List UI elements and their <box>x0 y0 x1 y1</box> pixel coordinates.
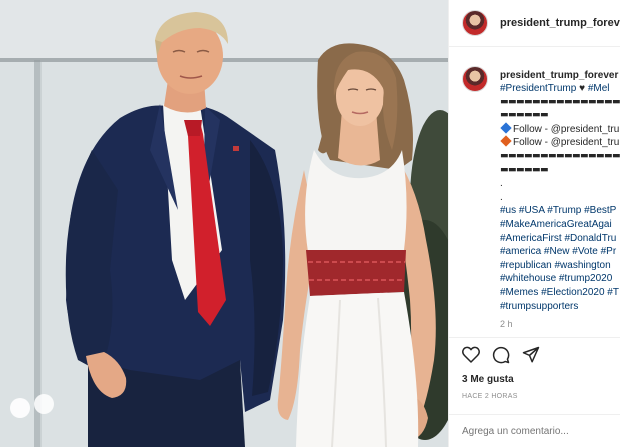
caption-hashtag-line: #trumpsupporters <box>500 300 620 314</box>
caption-line: . <box>500 178 503 190</box>
caption-divider-line: ▬▬▬▬▬▬▬▬▬▬▬▬▬▬▬ <box>500 96 620 107</box>
caption-text: #PresidentTrump ♥ #Mel ▬▬▬▬▬▬▬▬▬▬▬▬▬▬▬ ▬▬▬… <box>500 82 620 313</box>
follow-mention[interactable]: Follow - @president_tru <box>513 137 619 148</box>
caption-line: . <box>500 191 503 203</box>
caption-hashtag-line: #us #USA #Trump #BestP <box>500 204 620 218</box>
hashtag[interactable]: #republican #washington <box>500 260 611 271</box>
caption-divider-line: ▬▬▬▬▬▬ <box>500 164 549 175</box>
divider <box>449 337 620 338</box>
comment-input[interactable] <box>462 426 612 437</box>
hashtag[interactable]: #PresidentTrump <box>500 83 576 94</box>
paper-plane-icon[interactable] <box>522 346 540 364</box>
post-sidebar: president_trump_forever president_trump_… <box>448 0 620 447</box>
hashtag[interactable]: #AmericaFirst #DonaldTru <box>500 233 616 244</box>
caption-divider-line: ▬▬▬▬▬▬ <box>500 110 549 121</box>
caption: president_trump_forever #PresidentTrump … <box>462 66 620 329</box>
hashtag[interactable]: #us #USA #Trump #BestP <box>500 205 616 216</box>
caption-hashtag-line: #MakeAmericaGreatAgai <box>500 218 620 232</box>
caption-avatar[interactable] <box>462 66 488 92</box>
speech-bubble-icon[interactable] <box>492 346 510 364</box>
hashtag[interactable]: #Memes #Election2020 #T <box>500 287 619 298</box>
like-count[interactable]: 3 Me gusta <box>462 374 514 385</box>
orange-diamond-icon <box>500 135 512 148</box>
hashtag[interactable]: #MakeAmericaGreatAgai <box>500 219 612 230</box>
caption-hashtag-line: #AmericaFirst #DonaldTru <box>500 232 620 246</box>
avatar[interactable] <box>462 10 488 36</box>
caption-hashtag-line: #republican #washington <box>500 259 620 273</box>
post-header: president_trump_forever <box>449 0 620 47</box>
caption-body: president_trump_forever #PresidentTrump … <box>500 66 620 329</box>
hashtag[interactable]: #trumpsupporters <box>500 301 578 312</box>
follow-mention[interactable]: Follow - @president_tru <box>513 124 619 135</box>
hashtag[interactable]: #whitehouse #trump2020 <box>500 273 612 284</box>
caption-follow-line: Follow - @president_tru <box>500 135 620 150</box>
divider <box>449 414 620 415</box>
posted-ago[interactable]: HACE 2 HORAS <box>462 393 518 400</box>
caption-hashtag-line: #whitehouse #trump2020 <box>500 272 620 286</box>
post-photo[interactable] <box>0 0 448 447</box>
caption-username[interactable]: president_trump_forever <box>500 69 620 82</box>
post-time[interactable]: 2 h <box>500 319 620 329</box>
black-heart-icon: ♥ <box>576 83 588 94</box>
caption-follow-line: Follow - @president_tru <box>500 122 620 137</box>
hashtag[interactable]: #america #New #Vote #Pr <box>500 246 616 257</box>
caption-hashtag-line: #america #New #Vote #Pr <box>500 245 620 259</box>
blue-diamond-icon <box>500 122 512 134</box>
caption-divider-line: ▬▬▬▬▬▬▬▬▬▬▬▬▬▬▬ <box>500 150 620 161</box>
action-bar <box>462 346 540 364</box>
heart-outline-icon[interactable] <box>462 346 480 364</box>
caption-hashtag-line: #PresidentTrump ♥ #Mel <box>500 82 620 96</box>
post-photo-illustration <box>0 0 448 447</box>
hashtag[interactable]: #Mel <box>588 83 610 94</box>
caption-hashtag-line: #Memes #Election2020 #T <box>500 286 620 300</box>
header-username[interactable]: president_trump_forever <box>500 17 620 29</box>
